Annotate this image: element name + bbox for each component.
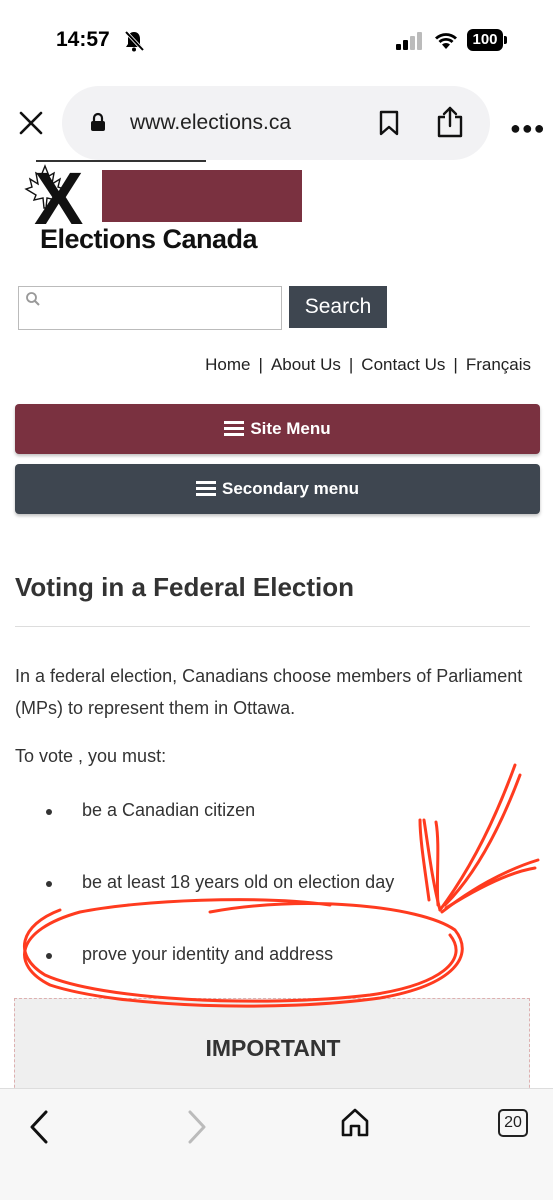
elections-canada-logo[interactable]: X Elections Canada — [20, 160, 310, 256]
url-text[interactable]: www.elections.ca — [130, 111, 291, 135]
important-title: IMPORTANT — [205, 1035, 341, 1061]
secondary-menu-button[interactable]: Secondary menu — [15, 464, 540, 514]
link-about-us[interactable]: About Us — [263, 355, 349, 375]
silent-bell-icon — [124, 30, 144, 52]
logo-bar — [102, 170, 302, 222]
requirements-lead: To vote , you must: — [15, 746, 167, 766]
home-icon[interactable] — [340, 1107, 370, 1137]
more-icon[interactable]: ●●● — [510, 118, 546, 139]
top-links: Home | About Us | Contact Us | Français — [197, 355, 531, 375]
list-item-text: prove your identity and address — [82, 944, 334, 964]
search-input[interactable] — [47, 289, 275, 327]
close-icon[interactable] — [18, 110, 44, 136]
search-icon — [26, 292, 40, 306]
forward-icon[interactable] — [186, 1109, 208, 1145]
share-icon[interactable] — [436, 106, 464, 138]
tabs-icon[interactable]: 20 — [498, 1109, 528, 1137]
logo-text: Elections Canada — [40, 224, 258, 254]
link-home[interactable]: Home — [197, 355, 258, 375]
bookmark-icon[interactable] — [378, 110, 400, 136]
site-menu-label: Site Menu — [250, 419, 331, 438]
wifi-icon — [435, 33, 457, 49]
intro-paragraph: In a federal election, Canadians choose … — [15, 666, 523, 718]
address-bar[interactable]: www.elections.ca — [62, 86, 490, 160]
battery-level: 100 — [467, 29, 503, 51]
divider — [15, 626, 530, 627]
browser-toolbar: 20 — [0, 1088, 553, 1200]
list-item-text: be a Canadian citizen — [82, 800, 256, 820]
link-francais[interactable]: Français — [458, 355, 531, 375]
list-item-text: be at least 18 years old on election day — [82, 872, 395, 892]
status-bar: 14:57 100 — [0, 0, 553, 84]
secondary-menu-label: Secondary menu — [222, 479, 359, 498]
menu-icon — [224, 421, 245, 437]
back-icon[interactable] — [28, 1109, 50, 1145]
link-contact-us[interactable]: Contact Us — [353, 355, 453, 375]
battery-icon: 100 — [467, 29, 507, 51]
search-field[interactable] — [18, 286, 282, 330]
lock-icon — [91, 112, 105, 131]
menu-icon — [196, 481, 216, 497]
search-button[interactable]: Search — [289, 286, 387, 328]
site-menu-button[interactable]: Site Menu — [15, 404, 540, 454]
page-title: Voting in a Federal Election — [15, 572, 355, 602]
signal-icon — [396, 32, 422, 50]
important-box: IMPORTANT — [14, 998, 530, 1098]
status-time: 14:57 — [56, 28, 110, 51]
